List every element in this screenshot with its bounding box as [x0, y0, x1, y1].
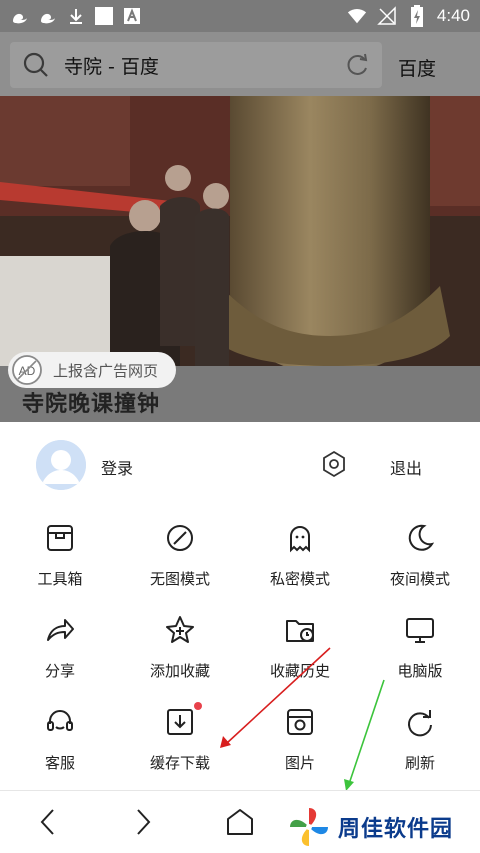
- forward-icon[interactable]: [128, 807, 158, 837]
- back-icon[interactable]: [33, 807, 63, 837]
- watermark: 周佳软件园: [288, 806, 453, 848]
- watermark-text: 周佳软件园: [338, 817, 454, 842]
- screen: 4:40 寺院 - 百度 百度 寺院晚课撞钟 上报含广告网页 登录 退出 工具箱…: [0, 0, 480, 853]
- home-icon[interactable]: [225, 807, 255, 837]
- annotation-arrows: [220, 647, 385, 791]
- pinwheel-logo-icon: [290, 808, 328, 846]
